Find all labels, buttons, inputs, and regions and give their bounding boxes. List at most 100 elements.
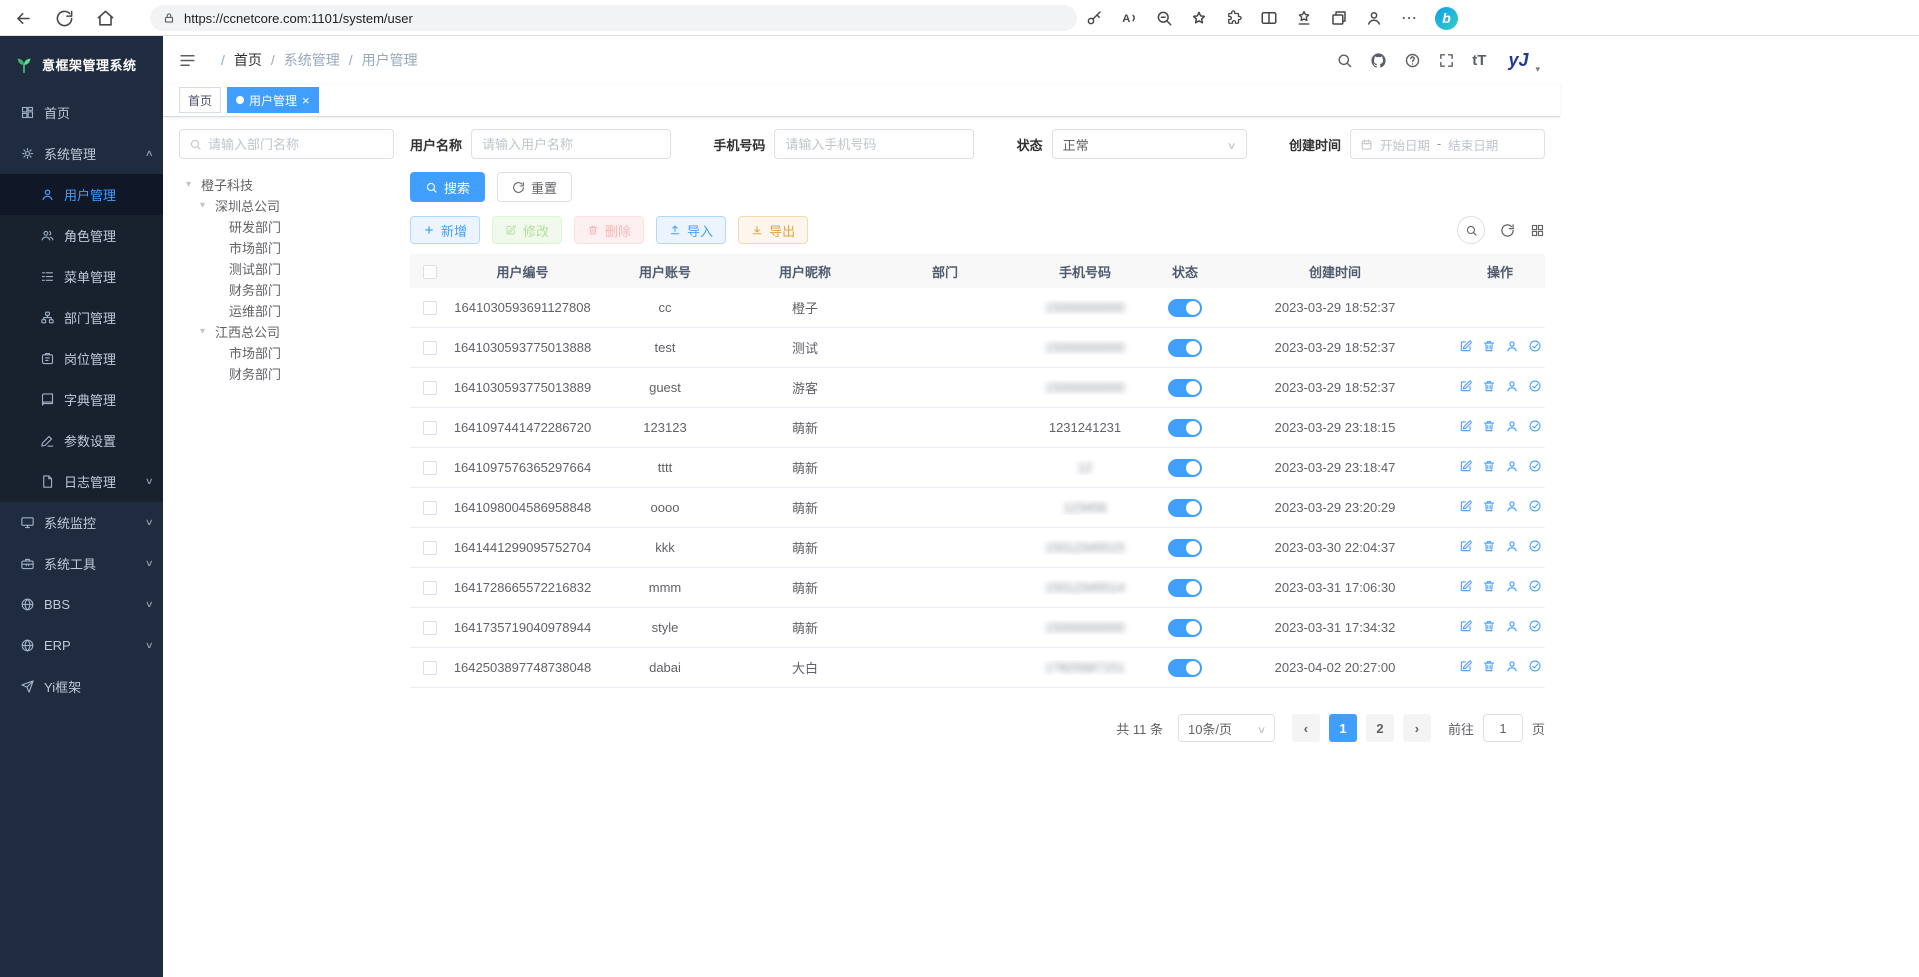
export-button[interactable]: 导出 <box>738 216 808 244</box>
sidebar-item[interactable]: 角色管理 <box>0 215 163 256</box>
edit-button[interactable]: 修改 <box>492 216 562 244</box>
reset-password-icon[interactable] <box>1505 379 1519 393</box>
zoom-out-icon[interactable] <box>1155 9 1173 27</box>
delete-button[interactable]: 删除 <box>574 216 644 244</box>
reset-password-icon[interactable] <box>1505 539 1519 553</box>
sidebar-item[interactable]: 系统管理 ∧ <box>0 133 163 174</box>
row-checkbox[interactable] <box>423 421 437 435</box>
edit-icon[interactable] <box>1459 339 1473 353</box>
row-checkbox[interactable] <box>423 461 437 475</box>
sidebar-item[interactable]: 岗位管理 <box>0 338 163 379</box>
edit-icon[interactable] <box>1459 499 1473 513</box>
assign-role-icon[interactable] <box>1528 499 1542 513</box>
breadcrumb-link[interactable]: 系统管理 <box>284 50 340 70</box>
read-aloud-icon[interactable] <box>1120 9 1138 27</box>
shopping-icon[interactable] <box>1190 9 1208 27</box>
sidebar-item[interactable]: 系统监控 ∨ <box>0 502 163 543</box>
status-toggle[interactable] <box>1168 619 1202 637</box>
fullscreen-icon[interactable] <box>1438 52 1455 69</box>
delete-icon[interactable] <box>1482 659 1496 673</box>
sidebar-item[interactable]: 部门管理 <box>0 297 163 338</box>
row-checkbox[interactable] <box>423 501 437 515</box>
status-toggle[interactable] <box>1168 339 1202 357</box>
sidebar-item[interactable]: 日志管理 ∨ <box>0 461 163 502</box>
font-size-icon[interactable]: tT <box>1472 52 1486 69</box>
tree-node[interactable]: ▾ 深圳总公司 <box>179 195 394 216</box>
sidebar-item[interactable]: BBS ∨ <box>0 584 163 625</box>
reset-button[interactable]: 重置 <box>497 172 572 202</box>
tab[interactable]: 用户管理 × <box>227 87 319 113</box>
status-toggle[interactable] <box>1168 379 1202 397</box>
more-icon[interactable] <box>1400 9 1418 27</box>
reload-icon[interactable] <box>55 9 74 28</box>
delete-icon[interactable] <box>1482 579 1496 593</box>
split-screen-icon[interactable] <box>1260 9 1278 27</box>
assign-role-icon[interactable] <box>1528 339 1542 353</box>
assign-role-icon[interactable] <box>1528 659 1542 673</box>
row-checkbox[interactable] <box>423 661 437 675</box>
tree-node[interactable]: 测试部门 <box>179 258 394 279</box>
prev-page-button[interactable]: ‹ <box>1292 714 1320 742</box>
key-icon[interactable] <box>1085 9 1103 27</box>
department-search-input[interactable] <box>208 137 384 152</box>
status-toggle[interactable] <box>1168 299 1202 317</box>
next-page-button[interactable]: › <box>1403 714 1431 742</box>
sidebar-item[interactable]: 首页 <box>0 92 163 133</box>
sidebar-item[interactable]: 菜单管理 <box>0 256 163 297</box>
goto-page-input[interactable] <box>1483 714 1523 742</box>
delete-icon[interactable] <box>1482 419 1496 433</box>
status-toggle[interactable] <box>1168 419 1202 437</box>
breadcrumb-link[interactable]: 首页 <box>234 50 262 70</box>
search-button[interactable]: 搜索 <box>410 172 485 202</box>
delete-icon[interactable] <box>1482 379 1496 393</box>
tab[interactable]: 首页 <box>179 87 221 113</box>
sidebar-item[interactable]: 系统工具 ∨ <box>0 543 163 584</box>
row-checkbox[interactable] <box>423 341 437 355</box>
tree-node[interactable]: ▾ 江西总公司 <box>179 321 394 342</box>
reset-password-icon[interactable] <box>1505 459 1519 473</box>
edit-icon[interactable] <box>1459 659 1473 673</box>
page-size-select[interactable]: 10条/页 <box>1178 714 1275 742</box>
edit-icon[interactable] <box>1459 579 1473 593</box>
status-toggle[interactable] <box>1168 659 1202 677</box>
tree-node[interactable]: 市场部门 <box>179 237 394 258</box>
reset-password-icon[interactable] <box>1505 499 1519 513</box>
github-icon[interactable] <box>1370 52 1387 69</box>
assign-role-icon[interactable] <box>1528 539 1542 553</box>
refresh-icon[interactable] <box>1500 223 1515 238</box>
tree-node[interactable]: ▾ 橙子科技 <box>179 174 394 195</box>
status-select[interactable]: 正常 <box>1052 129 1247 159</box>
sidebar-item[interactable]: 字典管理 <box>0 379 163 420</box>
delete-icon[interactable] <box>1482 539 1496 553</box>
department-search[interactable] <box>179 129 394 159</box>
edit-icon[interactable] <box>1459 459 1473 473</box>
sidebar-item[interactable]: ERP ∨ <box>0 625 163 666</box>
edit-icon[interactable] <box>1459 379 1473 393</box>
select-all-checkbox[interactable] <box>423 265 437 279</box>
home-icon[interactable] <box>96 9 115 28</box>
status-toggle[interactable] <box>1168 539 1202 557</box>
hamburger-icon[interactable] <box>163 51 212 70</box>
tree-node[interactable]: 市场部门 <box>179 342 394 363</box>
sidebar-item[interactable]: 参数设置 <box>0 420 163 461</box>
page-number-button[interactable]: 2 <box>1366 714 1394 742</box>
row-checkbox[interactable] <box>423 381 437 395</box>
tree-node[interactable]: 运维部门 <box>179 300 394 321</box>
url-input[interactable] <box>184 11 1065 26</box>
assign-role-icon[interactable] <box>1528 579 1542 593</box>
tree-node[interactable]: 研发部门 <box>179 216 394 237</box>
row-checkbox[interactable] <box>423 541 437 555</box>
tree-node[interactable]: 财务部门 <box>179 363 394 384</box>
assign-role-icon[interactable] <box>1528 379 1542 393</box>
sidebar-item[interactable]: 用户管理 <box>0 174 163 215</box>
status-toggle[interactable] <box>1168 459 1202 477</box>
assign-role-icon[interactable] <box>1528 459 1542 473</box>
status-toggle[interactable] <box>1168 499 1202 517</box>
row-checkbox[interactable] <box>423 301 437 315</box>
row-checkbox[interactable] <box>423 581 437 595</box>
bing-chat-icon[interactable]: b <box>1435 7 1458 30</box>
edit-icon[interactable] <box>1459 619 1473 633</box>
delete-icon[interactable] <box>1482 459 1496 473</box>
avatar[interactable]: yJ <box>1503 45 1533 75</box>
import-button[interactable]: 导入 <box>656 216 726 244</box>
